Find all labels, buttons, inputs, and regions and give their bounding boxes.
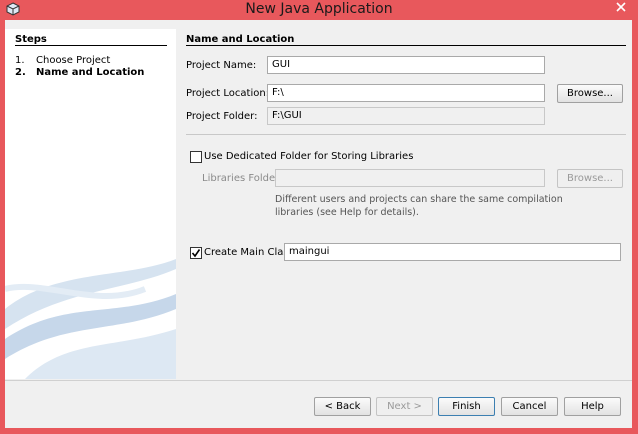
main-class-input[interactable]: maingui [284, 243, 621, 261]
step-number: 1. [15, 55, 25, 66]
step-number: 2. [15, 67, 26, 78]
help-button[interactable]: Help [564, 397, 621, 416]
title-bar[interactable]: New Java Application [0, 0, 638, 20]
step-label: Name and Location [36, 67, 145, 78]
separator [186, 134, 626, 135]
finish-button[interactable]: Finish [438, 397, 495, 416]
window-frame: New Java Application Steps 1. Choose Proj… [0, 0, 638, 434]
steps-title: Steps [15, 34, 47, 45]
section-divider [186, 45, 626, 46]
create-main-class-label[interactable]: Create Main Class [204, 247, 294, 258]
wizard-decoration [5, 259, 176, 379]
libraries-help-line-2: libraries (see Help for details). [275, 207, 419, 218]
steps-divider [15, 45, 167, 46]
back-button[interactable]: < Back [314, 397, 371, 416]
cancel-button[interactable]: Cancel [501, 397, 558, 416]
step-name-and-location: 2. Name and Location [15, 67, 144, 78]
libraries-folder-input[interactable] [275, 169, 545, 187]
libraries-help-line-1: Different users and projects can share t… [275, 194, 563, 205]
browse-libraries-button[interactable]: Browse... [557, 169, 623, 188]
project-name-input[interactable]: GUI [267, 56, 545, 74]
project-folder-label: Project Folder: [186, 111, 258, 122]
next-button[interactable]: Next > [376, 397, 433, 416]
project-folder-field[interactable]: F:\GUI [267, 107, 545, 125]
window-title: New Java Application [245, 1, 393, 17]
name-location-panel: Name and Location Project Name: GUI Proj… [176, 29, 632, 379]
dedicated-folder-label[interactable]: Use Dedicated Folder for Storing Librari… [204, 151, 413, 162]
project-name-label: Project Name: [186, 60, 257, 71]
step-choose-project: 1. Choose Project [15, 55, 110, 66]
libraries-folder-label: Libraries Folder: [202, 173, 283, 184]
project-location-input[interactable]: F:\ [267, 84, 545, 102]
project-location-label: Project Location: [186, 88, 270, 99]
section-title: Name and Location [186, 34, 295, 45]
dedicated-folder-checkbox[interactable] [190, 151, 202, 163]
close-icon[interactable] [608, 0, 634, 14]
create-main-class-checkbox[interactable] [190, 247, 202, 259]
checkmark-icon [191, 249, 201, 258]
browse-location-button[interactable]: Browse... [557, 84, 623, 103]
button-bar-divider [5, 380, 632, 381]
dialog-body: Steps 1. Choose Project 2. Name and Locati… [5, 20, 632, 428]
steps-panel: Steps 1. Choose Project 2. Name and Locati… [5, 29, 176, 379]
step-label: Choose Project [36, 55, 111, 66]
